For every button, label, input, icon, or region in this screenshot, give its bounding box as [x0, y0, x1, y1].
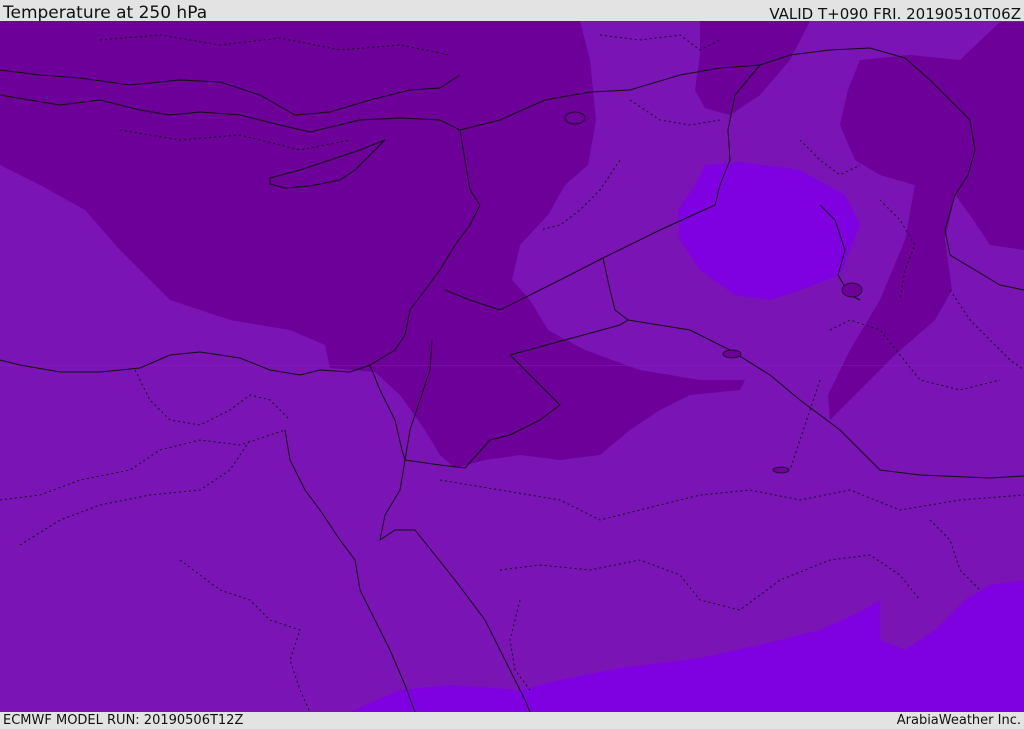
map-title: Temperature at 250 hPa	[3, 3, 208, 23]
bottom-bar: ECMWF MODEL RUN: 20190506T12Z ArabiaWeat…	[0, 712, 1024, 729]
lake	[564, 111, 586, 125]
grid-seam	[0, 365, 1024, 366]
lake	[841, 282, 863, 298]
lake	[722, 349, 742, 359]
top-bar: Temperature at 250 hPa VALID T+090 FRI. …	[0, 0, 1024, 23]
credit-label: ArabiaWeather Inc.	[896, 713, 1021, 728]
lake	[772, 466, 790, 474]
temperature-map	[0, 21, 1024, 712]
map-panel	[0, 21, 1024, 712]
model-run-label: ECMWF MODEL RUN: 20190506T12Z	[3, 713, 244, 728]
